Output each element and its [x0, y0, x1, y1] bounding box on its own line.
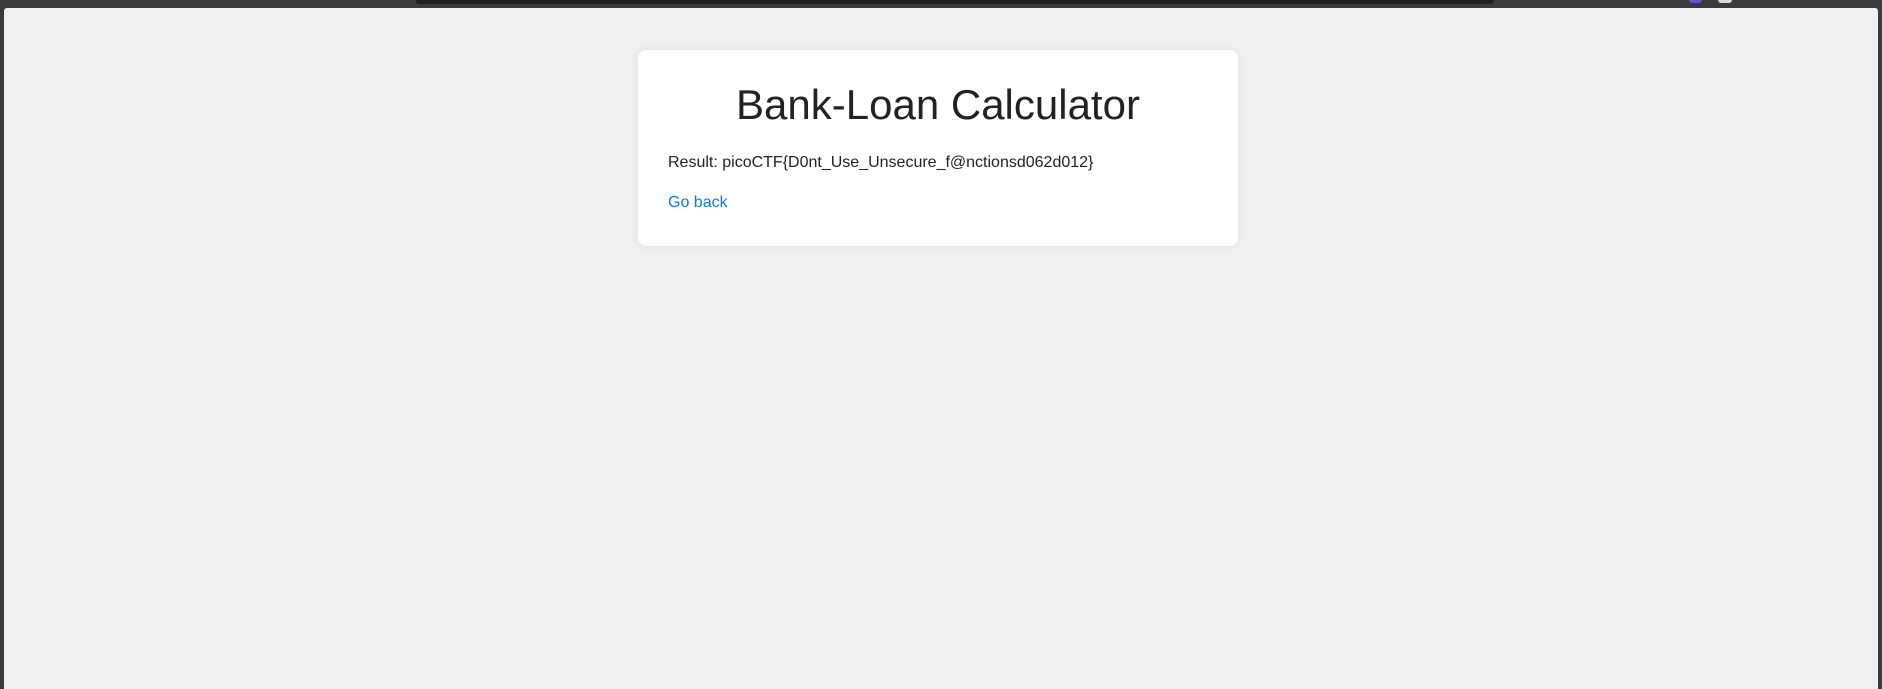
go-back-link[interactable]: Go back: [668, 193, 728, 213]
profile-icon[interactable]: [1718, 0, 1732, 3]
result-text: Result: picoCTF{D0nt_Use_Unsecure_f@ncti…: [668, 153, 1208, 173]
page-title: Bank-Loan Calculator: [736, 81, 1140, 128]
calculator-card: Bank-Loan Calculator Result: picoCTF{D0n…: [638, 50, 1238, 246]
extension-icon[interactable]: [1689, 0, 1702, 3]
window-edge: [1878, 8, 1882, 689]
result-value: picoCTF{D0nt_Use_Unsecure_f@nctionsd062d…: [722, 154, 1094, 171]
address-bar[interactable]: [416, 0, 1494, 4]
result-label: Result:: [668, 154, 718, 171]
